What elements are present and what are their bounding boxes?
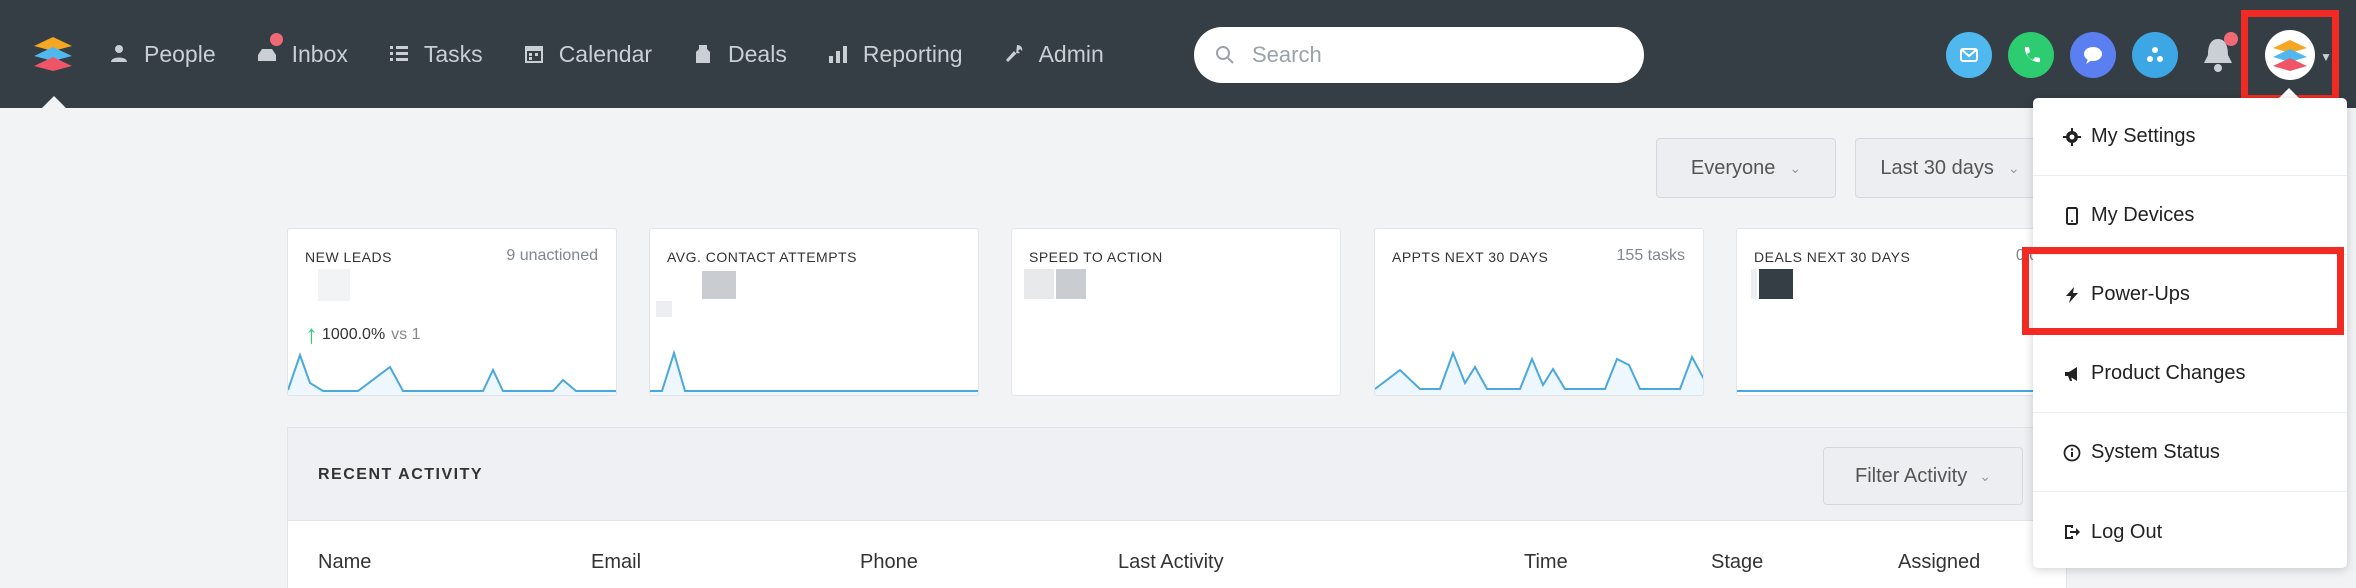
card-title: NEW LEADS bbox=[305, 249, 392, 265]
menu-item-label: Product Changes bbox=[2091, 362, 2246, 384]
trend-vs: vs 1 bbox=[391, 325, 421, 343]
appts-next-30-days-card[interactable]: APPTS NEXT 30 DAYS 155 tasks bbox=[1374, 228, 1704, 396]
notification-dot bbox=[2224, 32, 2238, 46]
card-title: APPTS NEXT 30 DAYS bbox=[1392, 249, 1549, 265]
search-input[interactable] bbox=[1252, 42, 1612, 68]
card-title: DEALS NEXT 30 DAYS bbox=[1754, 249, 1911, 265]
people-icon bbox=[111, 45, 127, 62]
menu-item-label: System Status bbox=[2091, 441, 2220, 463]
new-leads-card[interactable]: NEW LEADS 9 unactioned ↑ 1000.0% vs 1 bbox=[287, 228, 617, 396]
email-button[interactable] bbox=[1946, 32, 1992, 78]
value-placeholder bbox=[656, 301, 672, 317]
nav-deals[interactable]: Deals bbox=[692, 41, 787, 68]
value-placeholder bbox=[318, 269, 350, 301]
search-box[interactable] bbox=[1194, 27, 1644, 83]
nav-tasks[interactable]: Tasks bbox=[388, 41, 483, 68]
activity-table-header: Name Email Phone Last Activity Time Stag… bbox=[288, 520, 2066, 588]
value-placeholder bbox=[1759, 269, 1793, 299]
nav-label: Deals bbox=[728, 40, 787, 67]
sparkline bbox=[1737, 390, 2065, 392]
filter-label: Everyone bbox=[1690, 156, 1776, 179]
menu-item-log-out[interactable]: Log Out bbox=[2033, 493, 2347, 571]
gear-icon bbox=[2063, 127, 2081, 146]
menu-item-label: My Settings bbox=[2091, 125, 2196, 147]
integration-icon bbox=[2147, 47, 2163, 62]
everyone-filter[interactable]: Everyone ⌄ bbox=[1656, 138, 1836, 198]
integration-button[interactable] bbox=[2132, 32, 2178, 78]
column-header-email[interactable]: Email bbox=[591, 551, 641, 574]
menu-item-label: My Devices bbox=[2091, 204, 2195, 226]
column-header-time[interactable]: Time bbox=[1524, 551, 1568, 574]
nav-label: Admin bbox=[1038, 40, 1104, 67]
filter-label: Last 30 days bbox=[1880, 156, 1994, 179]
calendar-icon bbox=[524, 46, 543, 63]
card-title: AVG. CONTACT ATTEMPTS bbox=[667, 249, 857, 265]
speed-to-action-card[interactable]: SPEED TO ACTION bbox=[1011, 228, 1341, 396]
chat-icon bbox=[2084, 47, 2102, 64]
active-page-caret bbox=[42, 96, 66, 108]
avg-contact-attempts-card[interactable]: AVG. CONTACT ATTEMPTS bbox=[649, 228, 979, 396]
phone-icon bbox=[2024, 47, 2040, 63]
card-aside: 9 unactioned bbox=[506, 247, 598, 264]
card-aside: 155 tasks bbox=[1616, 247, 1685, 264]
value-placeholder bbox=[1024, 269, 1054, 299]
nav-label: Inbox bbox=[291, 40, 348, 67]
nav-label: People bbox=[144, 40, 216, 67]
menu-item-my-settings[interactable]: My Settings bbox=[2033, 98, 2347, 176]
menu-item-my-devices[interactable]: My Devices bbox=[2033, 177, 2347, 255]
power-ups-highlight-box bbox=[2022, 247, 2344, 335]
column-header-last-activity[interactable]: Last Activity bbox=[1118, 551, 1224, 574]
chevron-down-icon: ⌄ bbox=[1789, 159, 1802, 176]
admin-icon bbox=[1005, 45, 1022, 62]
chat-button[interactable] bbox=[2070, 32, 2116, 78]
phone-button[interactable] bbox=[2008, 32, 2054, 78]
column-header-name[interactable]: Name bbox=[318, 551, 371, 574]
sparkline bbox=[650, 349, 978, 395]
column-header-stage[interactable]: Stage bbox=[1711, 551, 1763, 574]
column-header-assigned[interactable]: Assigned bbox=[1898, 551, 1980, 574]
chevron-down-icon: ⌄ bbox=[1979, 467, 1991, 484]
nav-calendar[interactable]: Calendar bbox=[523, 41, 652, 68]
sparkline bbox=[288, 351, 616, 395]
value-placeholder bbox=[1751, 269, 1757, 299]
nav-label: Tasks bbox=[423, 40, 483, 67]
column-header-phone[interactable]: Phone bbox=[860, 551, 918, 574]
reporting-icon bbox=[828, 46, 847, 63]
search-icon bbox=[1216, 46, 1234, 64]
card-title: SPEED TO ACTION bbox=[1029, 249, 1163, 265]
period-filter[interactable]: Last 30 days ⌄ bbox=[1855, 138, 2045, 198]
deals-icon bbox=[696, 45, 711, 63]
value-placeholder bbox=[702, 271, 736, 299]
phone-device-icon bbox=[2066, 206, 2078, 225]
value-placeholder bbox=[1056, 269, 1086, 299]
menu-item-system-status[interactable]: System Status bbox=[2033, 414, 2347, 492]
menu-item-label: Log Out bbox=[2091, 520, 2163, 543]
nav-label: Reporting bbox=[862, 40, 963, 67]
inbox-icon bbox=[257, 49, 276, 61]
filter-activity-dropdown[interactable]: Filter Activity ⌄ bbox=[1823, 447, 2023, 505]
nav-admin[interactable]: Admin bbox=[1003, 41, 1104, 68]
nav-label: Calendar bbox=[558, 40, 653, 67]
inbox-notification-dot bbox=[269, 32, 283, 46]
megaphone-icon bbox=[2065, 366, 2077, 381]
info-icon bbox=[2063, 444, 2081, 461]
nav-people[interactable]: People bbox=[108, 41, 216, 68]
deals-next-30-days-card[interactable]: DEALS NEXT 30 DAYS 0 de bbox=[1736, 228, 2066, 396]
menu-item-product-changes[interactable]: Product Changes bbox=[2033, 335, 2347, 413]
recent-activity-panel: RECENT ACTIVITY Filter Activity ⌄ Name E… bbox=[287, 427, 2067, 588]
nav-reporting[interactable]: Reporting bbox=[827, 41, 963, 68]
sparkline bbox=[1375, 350, 1703, 395]
chevron-down-icon: ⌄ bbox=[2007, 159, 2020, 176]
main-nav: People Inbox Tasks Calendar Deals Report… bbox=[108, 0, 1144, 108]
app-logo-icon[interactable] bbox=[30, 34, 76, 78]
filter-activity-label: Filter Activity bbox=[1855, 464, 1968, 487]
top-navigation-bar: People Inbox Tasks Calendar Deals Report… bbox=[0, 0, 2356, 108]
email-icon bbox=[1960, 48, 1978, 62]
logout-icon bbox=[2065, 525, 2080, 539]
tasks-icon bbox=[389, 46, 408, 61]
trend-value: 1000.0% bbox=[322, 325, 386, 343]
activity-title: RECENT ACTIVITY bbox=[318, 466, 484, 483]
nav-inbox[interactable]: Inbox bbox=[256, 32, 348, 68]
